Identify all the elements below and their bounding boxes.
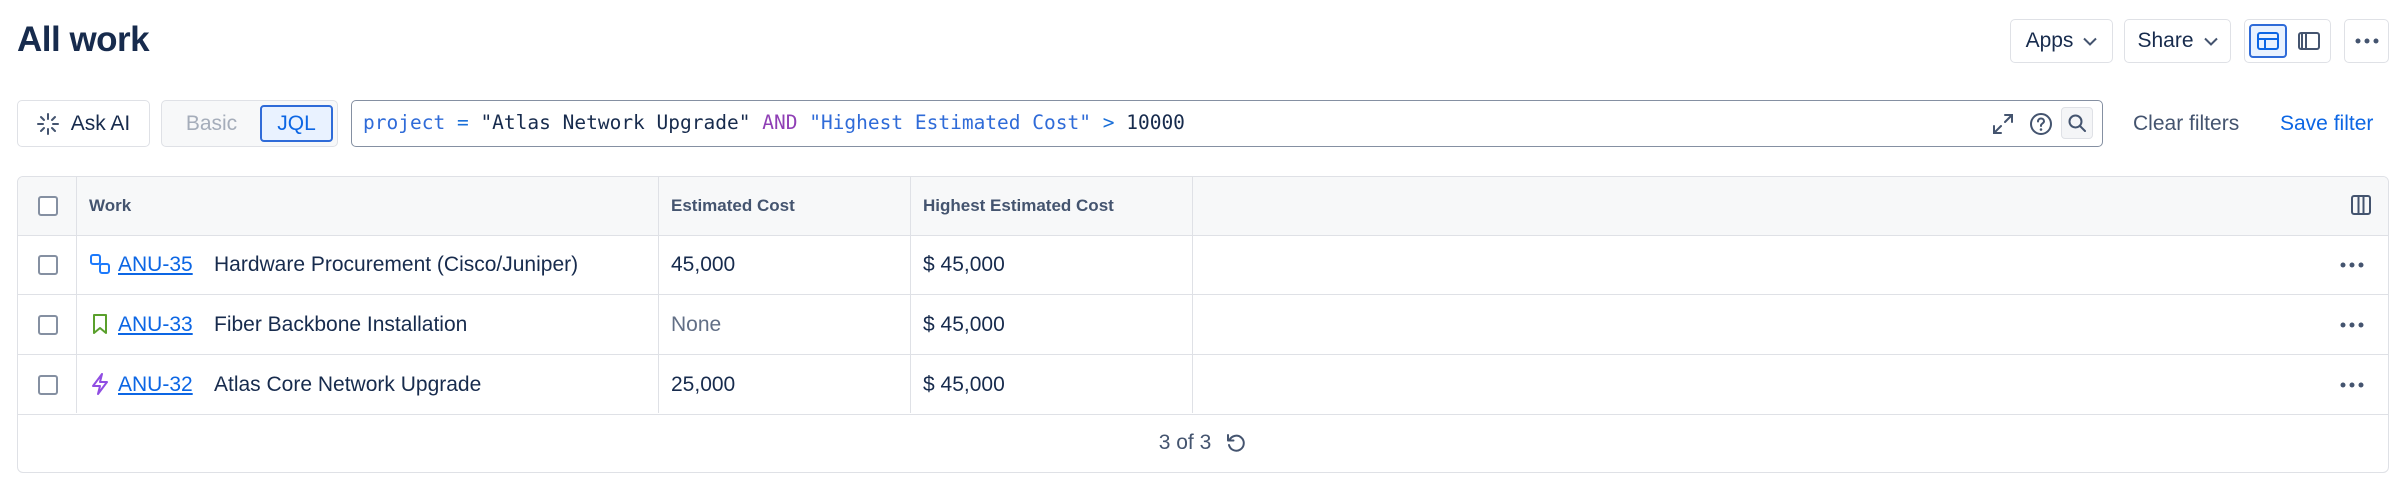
results-count: 3 of 3 bbox=[1158, 430, 1212, 454]
list-view-icon bbox=[2257, 32, 2279, 50]
jql-value: 10000 bbox=[1126, 111, 1185, 134]
estimated-cost-cell[interactable]: 25,000 bbox=[671, 355, 735, 414]
jql-operator: = bbox=[456, 111, 469, 134]
jql-operator: > bbox=[1102, 111, 1115, 134]
help-icon[interactable] bbox=[2028, 111, 2054, 137]
clear-filters-button[interactable]: Clear filters bbox=[2133, 100, 2239, 147]
column-header-work[interactable]: Work bbox=[89, 177, 131, 235]
ai-sparkle-icon bbox=[36, 112, 59, 135]
detail-view-icon bbox=[2298, 32, 2320, 50]
highest-estimated-cost-cell: $ 45,000 bbox=[923, 253, 1005, 276]
basic-mode-button[interactable]: Basic bbox=[162, 101, 261, 146]
share-button[interactable]: Share bbox=[2124, 19, 2231, 63]
issue-key-link[interactable]: ANU-33 bbox=[118, 295, 193, 354]
share-button-label: Share bbox=[2137, 29, 2194, 52]
issue-summary[interactable]: Hardware Procurement (Cisco/Juniper) bbox=[214, 235, 578, 294]
search-mode-toggle: Basic JQL bbox=[161, 100, 338, 147]
row-actions-button[interactable] bbox=[2337, 255, 2367, 275]
apps-button[interactable]: Apps bbox=[2010, 19, 2113, 63]
columns-icon bbox=[2351, 195, 2371, 215]
row-checkbox[interactable] bbox=[38, 315, 58, 335]
epic-icon bbox=[92, 373, 108, 395]
jql-query-text: project = "Atlas Network Upgrade" AND "H… bbox=[363, 101, 1185, 145]
more-horizontal-icon bbox=[2355, 38, 2378, 44]
row-actions-button[interactable] bbox=[2337, 375, 2367, 395]
estimated-cost-cell[interactable]: None bbox=[671, 295, 721, 354]
search-icon bbox=[2068, 114, 2086, 132]
chevron-down-icon bbox=[2083, 37, 2098, 46]
page-title: All work bbox=[17, 20, 150, 59]
issue-summary[interactable]: Atlas Core Network Upgrade bbox=[214, 355, 481, 414]
row-actions-button[interactable] bbox=[2337, 315, 2367, 335]
highest-estimated-cost-cell: $ 45,000 bbox=[923, 313, 1005, 336]
highest-estimated-cost-cell: $ 45,000 bbox=[923, 373, 1005, 396]
jql-field: "Highest Estimated Cost" bbox=[809, 111, 1091, 134]
jql-field: project bbox=[363, 111, 446, 134]
more-actions-button[interactable] bbox=[2344, 19, 2389, 63]
issue-key-link[interactable]: ANU-35 bbox=[118, 235, 193, 294]
table-header: Work Estimated Cost Highest Estimated Co… bbox=[18, 177, 2388, 236]
view-switcher bbox=[2244, 19, 2331, 63]
column-header-estimated-cost[interactable]: Estimated Cost bbox=[671, 177, 795, 235]
chevron-down-icon bbox=[2203, 37, 2218, 46]
row-checkbox[interactable] bbox=[38, 255, 58, 275]
subtask-icon bbox=[90, 254, 110, 274]
estimated-cost-cell[interactable]: 45,000 bbox=[671, 235, 735, 294]
jql-keyword: AND bbox=[762, 111, 798, 134]
ask-ai-button[interactable]: Ask AI bbox=[17, 100, 150, 147]
table-footer: 3 of 3 bbox=[18, 413, 2388, 472]
more-horizontal-icon bbox=[2340, 262, 2364, 268]
refresh-icon[interactable] bbox=[1225, 432, 1247, 454]
jql-value: "Atlas Network Upgrade" bbox=[480, 111, 751, 134]
jql-query-input[interactable]: project = "Atlas Network Upgrade" AND "H… bbox=[351, 100, 2103, 147]
search-button[interactable] bbox=[2061, 107, 2093, 139]
issue-key-link[interactable]: ANU-32 bbox=[118, 355, 193, 414]
ask-ai-label: Ask AI bbox=[70, 111, 131, 135]
column-header-highest-estimated-cost[interactable]: Highest Estimated Cost bbox=[923, 177, 1114, 235]
column-settings-button[interactable] bbox=[2351, 195, 2373, 217]
list-view-button[interactable] bbox=[2249, 24, 2287, 58]
row-checkbox[interactable] bbox=[38, 375, 58, 395]
detail-view-button[interactable] bbox=[2291, 24, 2327, 58]
table-row[interactable]: ANU-35 Hardware Procurement (Cisco/Junip… bbox=[18, 235, 2388, 295]
work-items-table: Work Estimated Cost Highest Estimated Co… bbox=[17, 176, 2389, 473]
select-all-checkbox[interactable] bbox=[38, 196, 58, 216]
jql-mode-button[interactable]: JQL bbox=[260, 105, 333, 142]
more-horizontal-icon bbox=[2340, 382, 2364, 388]
table-row[interactable]: ANU-32 Atlas Core Network Upgrade 25,000… bbox=[18, 355, 2388, 415]
issue-summary[interactable]: Fiber Backbone Installation bbox=[214, 295, 467, 354]
table-row[interactable]: ANU-33 Fiber Backbone Installation None … bbox=[18, 295, 2388, 355]
story-icon bbox=[93, 314, 107, 334]
expand-icon[interactable] bbox=[1990, 111, 2016, 137]
save-filter-button[interactable]: Save filter bbox=[2280, 100, 2373, 147]
apps-button-label: Apps bbox=[2025, 29, 2074, 52]
more-horizontal-icon bbox=[2340, 322, 2364, 328]
